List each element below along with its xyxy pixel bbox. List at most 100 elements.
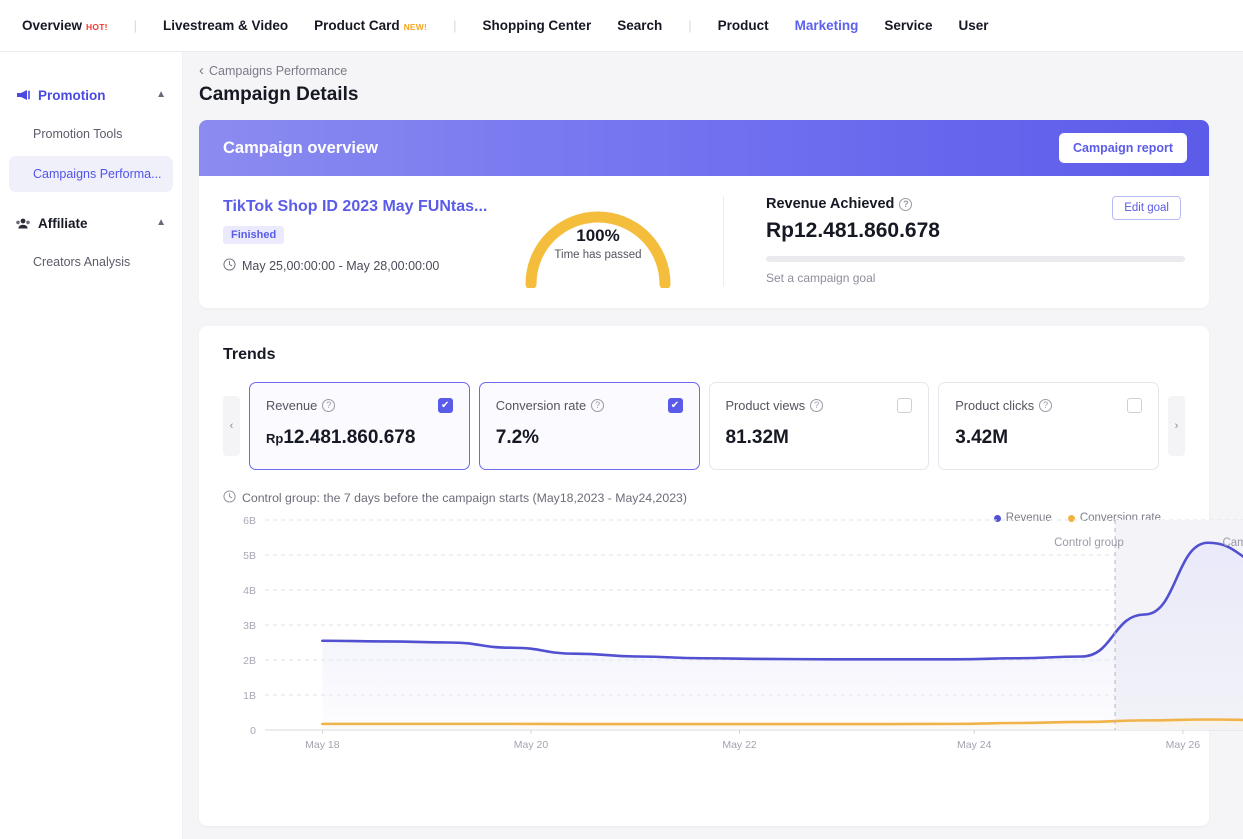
- metric-card-conversion-rate[interactable]: Conversion rate ? ✔ 7.2%: [479, 382, 700, 470]
- nav-label-service: Service: [884, 18, 932, 33]
- svg-text:2B: 2B: [243, 655, 256, 667]
- help-icon[interactable]: ?: [810, 399, 823, 412]
- chevron-up-icon: ▲: [156, 218, 166, 228]
- campaign-date-range-row: May 25,00:00:00 - May 28,00:00:00: [223, 258, 503, 274]
- top-navigation-bar: Overview HOT! | Livestream & Video Produ…: [0, 0, 1243, 52]
- trends-chart-svg: 6B120%5B100%4B80%3B60%2B40%1B20%00%May 1…: [223, 512, 1243, 762]
- control-group-note: Control group: the 7 days before the cam…: [223, 490, 1185, 506]
- metric-value-product-views: 81.32M: [726, 427, 913, 449]
- nav-item-product-card[interactable]: Product Card NEW!: [301, 18, 440, 33]
- nav-label-overview: Overview: [22, 18, 82, 33]
- metric-value-revenue: Rp12.481.860.678: [266, 427, 453, 449]
- svg-text:6B: 6B: [243, 515, 256, 527]
- svg-text:4B: 4B: [243, 585, 256, 597]
- metric-checkbox-conversion-rate[interactable]: ✔: [668, 398, 683, 413]
- metric-card-product-clicks[interactable]: Product clicks ? 3.42M: [938, 382, 1159, 470]
- chevron-up-icon: ▲: [156, 90, 166, 100]
- svg-text:0: 0: [250, 725, 256, 737]
- nav-item-marketing[interactable]: Marketing: [782, 18, 872, 33]
- trends-chart: 6B120%5B100%4B80%3B60%2B40%1B20%00%May 1…: [223, 512, 1185, 767]
- metrics-next-arrow-button[interactable]: ›: [1168, 396, 1185, 456]
- nav-label-user: User: [958, 18, 988, 33]
- nav-label-livestream-video: Livestream & Video: [163, 18, 288, 33]
- nav-separator: |: [121, 18, 150, 33]
- campaign-overview-card: Campaign overview Campaign report TikTok…: [199, 120, 1209, 308]
- sidebar-item-label: Creators Analysis: [33, 255, 130, 269]
- help-icon[interactable]: ?: [322, 399, 335, 412]
- metric-value-product-clicks: 3.42M: [955, 427, 1142, 449]
- metric-checkbox-revenue[interactable]: ✔: [438, 398, 453, 413]
- metrics-prev-arrow-button[interactable]: ‹: [223, 396, 240, 456]
- metric-number: 12.481.860.678: [283, 427, 415, 448]
- trends-title: Trends: [223, 346, 1185, 364]
- nav-item-overview[interactable]: Overview HOT!: [22, 18, 121, 33]
- metric-label-product-clicks: Product clicks: [955, 398, 1034, 413]
- edit-goal-button[interactable]: Edit goal: [1112, 196, 1181, 220]
- goal-hint-text: Set a campaign goal: [766, 271, 1185, 285]
- svg-text:3B: 3B: [243, 620, 256, 632]
- breadcrumb[interactable]: ‹ Campaigns Performance: [199, 62, 347, 79]
- gauge-caption: Time has passed: [513, 249, 683, 261]
- sidebar: Promotion ▲ Promotion Tools Campaigns Pe…: [0, 52, 183, 839]
- trends-card: Trends ‹ Revenue ? ✔ Rp12.481.860.6: [199, 326, 1209, 826]
- currency-prefix: Rp: [266, 431, 283, 446]
- check-icon: ✔: [671, 401, 679, 411]
- campaign-overview-header: Campaign overview Campaign report: [199, 120, 1209, 176]
- nav-item-livestream-video[interactable]: Livestream & Video: [150, 18, 301, 33]
- nav-label-product-card: Product Card: [314, 18, 400, 33]
- svg-text:May 22: May 22: [722, 739, 757, 751]
- campaign-overview-title: Campaign overview: [223, 139, 378, 158]
- nav-separator: |: [675, 18, 704, 33]
- sidebar-spacer: [0, 196, 182, 206]
- page-title: Campaign Details: [199, 84, 1209, 106]
- nav-item-shopping-center[interactable]: Shopping Center: [469, 18, 604, 33]
- metric-checkbox-product-views[interactable]: [897, 398, 912, 413]
- revenue-achieved-value: Rp12.481.860.678: [766, 219, 1185, 243]
- campaign-name: TikTok Shop ID 2023 May FUNtas...: [223, 198, 503, 216]
- metric-label-revenue: Revenue: [266, 398, 317, 413]
- sidebar-group-affiliate[interactable]: Affiliate ▲: [0, 206, 182, 240]
- campaign-report-button[interactable]: Campaign report: [1059, 133, 1187, 163]
- nav-item-search[interactable]: Search: [604, 18, 675, 33]
- metric-checkbox-product-clicks[interactable]: [1127, 398, 1142, 413]
- breadcrumb-label: Campaigns Performance: [209, 64, 347, 78]
- nav-item-user[interactable]: User: [945, 18, 1001, 33]
- campaign-summary-block: TikTok Shop ID 2023 May FUNtas... Finish…: [223, 196, 703, 286]
- sidebar-item-promotion-tools[interactable]: Promotion Tools: [9, 116, 173, 152]
- nav-label-marketing: Marketing: [795, 18, 859, 33]
- help-icon[interactable]: ?: [1039, 399, 1052, 412]
- sidebar-item-label: Campaigns Performa...: [33, 167, 162, 181]
- nav-separator: |: [440, 18, 469, 33]
- help-icon[interactable]: ?: [591, 399, 604, 412]
- affiliate-people-icon: [14, 217, 32, 230]
- nav-item-service[interactable]: Service: [871, 18, 945, 33]
- metric-label-conversion-rate: Conversion rate: [496, 398, 586, 413]
- svg-text:May 26: May 26: [1166, 739, 1201, 751]
- svg-text:1B: 1B: [243, 690, 256, 702]
- new-badge: NEW!: [404, 22, 427, 32]
- metric-value-conversion-rate: 7.2%: [496, 427, 683, 449]
- info-clock-icon: [223, 490, 236, 506]
- metric-cards-row: ‹ Revenue ? ✔ Rp12.481.860.678: [223, 382, 1185, 470]
- nav-label-shopping-center: Shopping Center: [482, 18, 591, 33]
- nav-item-product[interactable]: Product: [705, 18, 782, 33]
- sidebar-item-campaigns-performance[interactable]: Campaigns Performa...: [9, 156, 173, 192]
- help-icon[interactable]: ?: [899, 198, 912, 211]
- main-content: ‹ Campaigns Performance Campaign Details…: [183, 52, 1243, 839]
- svg-text:May 20: May 20: [514, 739, 549, 751]
- sidebar-group-promotion[interactable]: Promotion ▲: [0, 78, 182, 112]
- metric-card-revenue[interactable]: Revenue ? ✔ Rp12.481.860.678: [249, 382, 470, 470]
- time-passed-gauge: 100% Time has passed: [513, 196, 683, 286]
- metric-card-product-views[interactable]: Product views ? 81.32M: [709, 382, 930, 470]
- check-icon: ✔: [441, 401, 449, 411]
- metric-label-product-views: Product views: [726, 398, 806, 413]
- campaign-overview-body: TikTok Shop ID 2023 May FUNtas... Finish…: [199, 176, 1209, 308]
- revenue-achieved-block: Revenue Achieved ? Rp12.481.860.678 Set …: [724, 196, 1185, 286]
- sidebar-item-creators-analysis[interactable]: Creators Analysis: [9, 244, 173, 280]
- sidebar-group-label-affiliate: Affiliate: [38, 216, 156, 231]
- megaphone-icon: [14, 89, 32, 102]
- svg-text:May 18: May 18: [305, 739, 340, 751]
- control-group-note-text: Control group: the 7 days before the cam…: [242, 491, 687, 505]
- nav-label-search: Search: [617, 18, 662, 33]
- goal-progress-bar: [766, 256, 1185, 262]
